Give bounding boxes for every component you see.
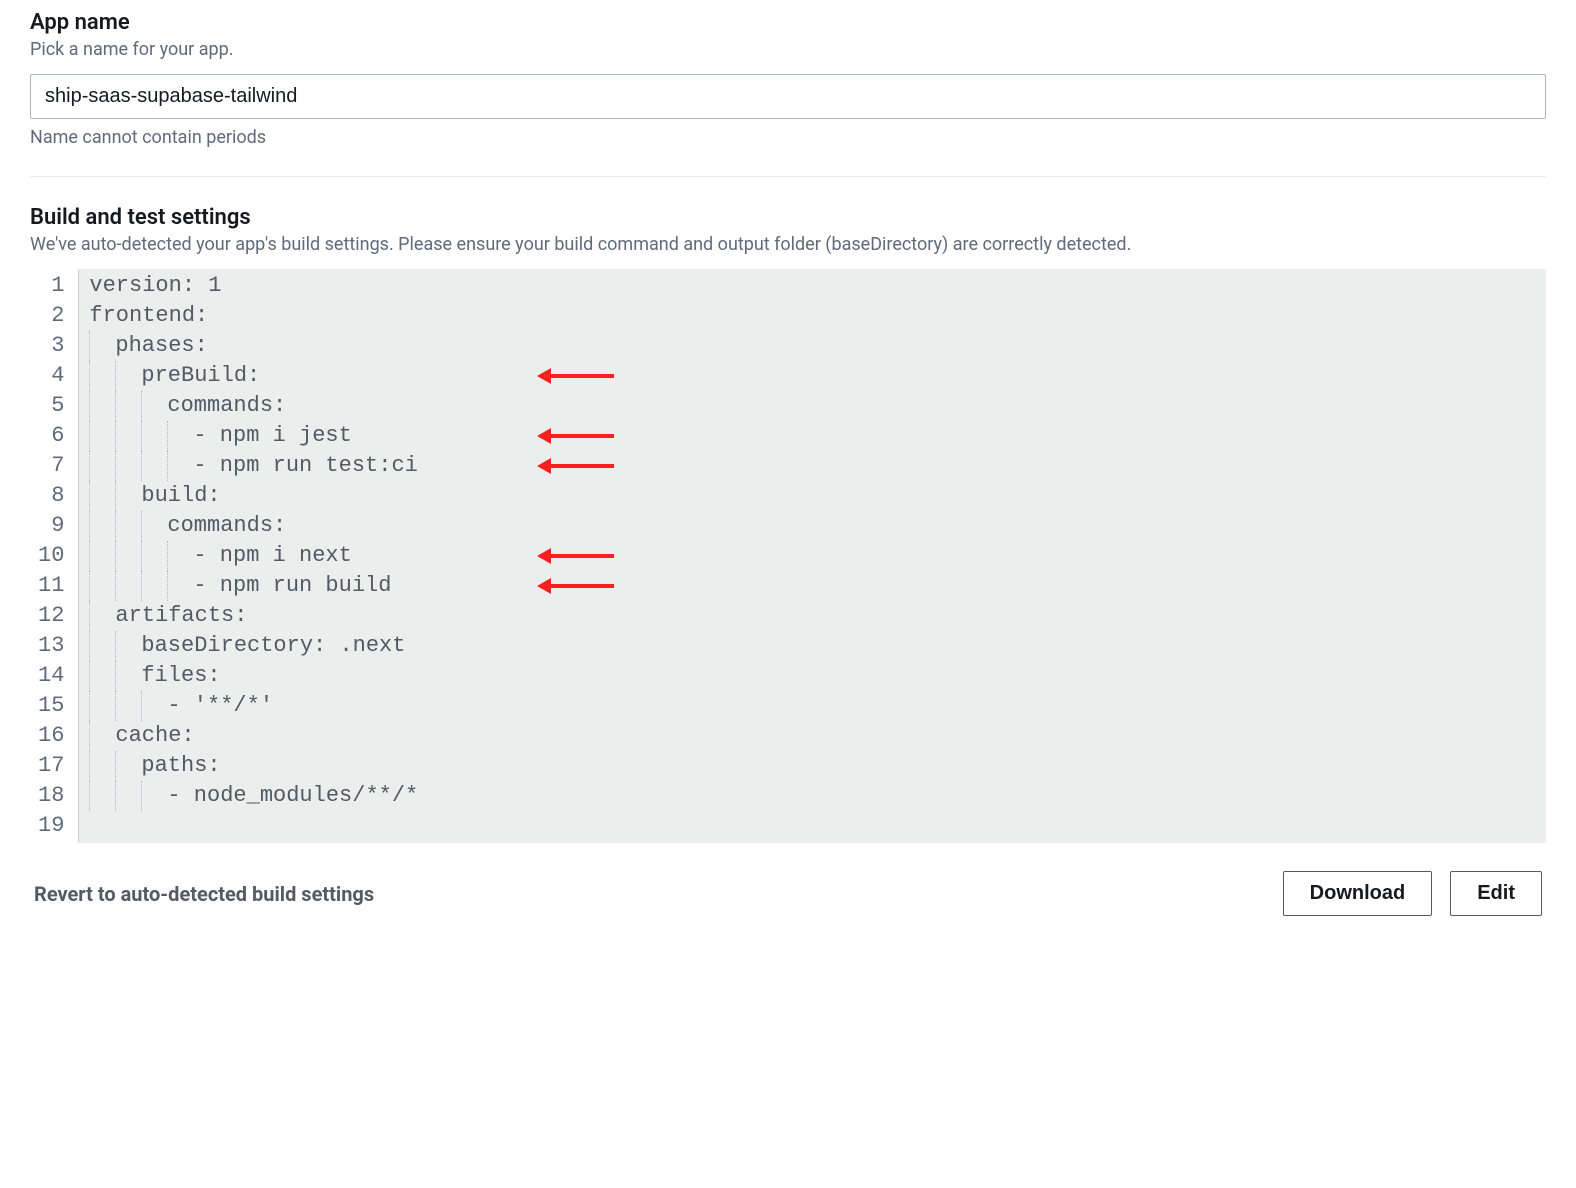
line-number: 14 (38, 661, 64, 691)
code-line: - '**/*' (89, 691, 1546, 721)
line-number: 1 (38, 271, 64, 301)
code-line: paths: (89, 751, 1546, 781)
line-number: 15 (38, 691, 64, 721)
code-text: commands: (89, 393, 286, 418)
editor-gutter: 12345678910111213141516171819 (30, 269, 79, 843)
app-name-input[interactable] (30, 74, 1546, 119)
app-name-label: App name (30, 10, 1546, 35)
app-name-description: Pick a name for your app. (30, 37, 1546, 62)
line-number: 19 (38, 811, 64, 841)
build-settings-label: Build and test settings (30, 205, 1546, 230)
editor-code-area[interactable]: version: 1 frontend: phases: preBuild: comma… (79, 269, 1546, 843)
code-text: paths: (89, 753, 220, 778)
arrow-left-icon (549, 464, 614, 468)
line-number: 16 (38, 721, 64, 751)
app-name-hint: Name cannot contain periods (30, 127, 1546, 148)
line-number: 4 (38, 361, 64, 391)
code-text: version: 1 (89, 273, 221, 298)
edit-button[interactable]: Edit (1450, 871, 1542, 916)
code-line: build: (89, 481, 1546, 511)
code-line: commands: (89, 391, 1546, 421)
line-number: 7 (38, 451, 64, 481)
code-line: - npm run test:ci (89, 451, 1546, 481)
code-line: preBuild: (89, 361, 1546, 391)
download-button[interactable]: Download (1283, 871, 1433, 916)
code-line: - npm run build (89, 571, 1546, 601)
line-number: 5 (38, 391, 64, 421)
section-divider (30, 176, 1546, 177)
line-number: 3 (38, 331, 64, 361)
line-number: 13 (38, 631, 64, 661)
code-text: frontend: (89, 303, 208, 328)
code-text: phases: (89, 333, 207, 358)
code-line: phases: (89, 331, 1546, 361)
build-spec-editor[interactable]: 12345678910111213141516171819 version: 1… (30, 269, 1546, 843)
code-line (89, 811, 1546, 841)
line-number: 12 (38, 601, 64, 631)
line-number: 17 (38, 751, 64, 781)
code-text: - npm run build (89, 573, 391, 598)
line-number: 2 (38, 301, 64, 331)
arrow-left-icon (549, 584, 614, 588)
arrow-left-icon (549, 434, 614, 438)
line-number: 6 (38, 421, 64, 451)
arrow-left-icon (549, 554, 614, 558)
code-line: commands: (89, 511, 1546, 541)
code-text: build: (89, 483, 220, 508)
code-line: - node_modules/**/* (89, 781, 1546, 811)
line-number: 9 (38, 511, 64, 541)
code-text: - npm i jest (89, 423, 351, 448)
code-text: commands: (89, 513, 286, 538)
line-number: 18 (38, 781, 64, 811)
code-line: - npm i next (89, 541, 1546, 571)
code-text: artifacts: (89, 603, 247, 628)
code-text: preBuild: (89, 363, 260, 388)
code-text: files: (89, 663, 220, 688)
code-text: - node_modules/**/* (89, 783, 418, 808)
code-line: artifacts: (89, 601, 1546, 631)
build-settings-description: We've auto-detected your app's build set… (30, 232, 1546, 257)
code-line: baseDirectory: .next (89, 631, 1546, 661)
code-line: files: (89, 661, 1546, 691)
code-line: cache: (89, 721, 1546, 751)
code-text: baseDirectory: .next (89, 633, 405, 658)
code-text: - npm run test:ci (89, 453, 417, 478)
revert-link[interactable]: Revert to auto-detected build settings (34, 882, 374, 906)
code-text: cache: (89, 723, 194, 748)
line-number: 8 (38, 481, 64, 511)
arrow-left-icon (549, 374, 614, 378)
code-line: - npm i jest (89, 421, 1546, 451)
code-line: version: 1 (89, 271, 1546, 301)
code-text: - '**/*' (89, 693, 273, 718)
code-text: - npm i next (89, 543, 351, 568)
build-settings-footer: Revert to auto-detected build settings D… (30, 871, 1546, 916)
line-number: 11 (38, 571, 64, 601)
code-line: frontend: (89, 301, 1546, 331)
line-number: 10 (38, 541, 64, 571)
